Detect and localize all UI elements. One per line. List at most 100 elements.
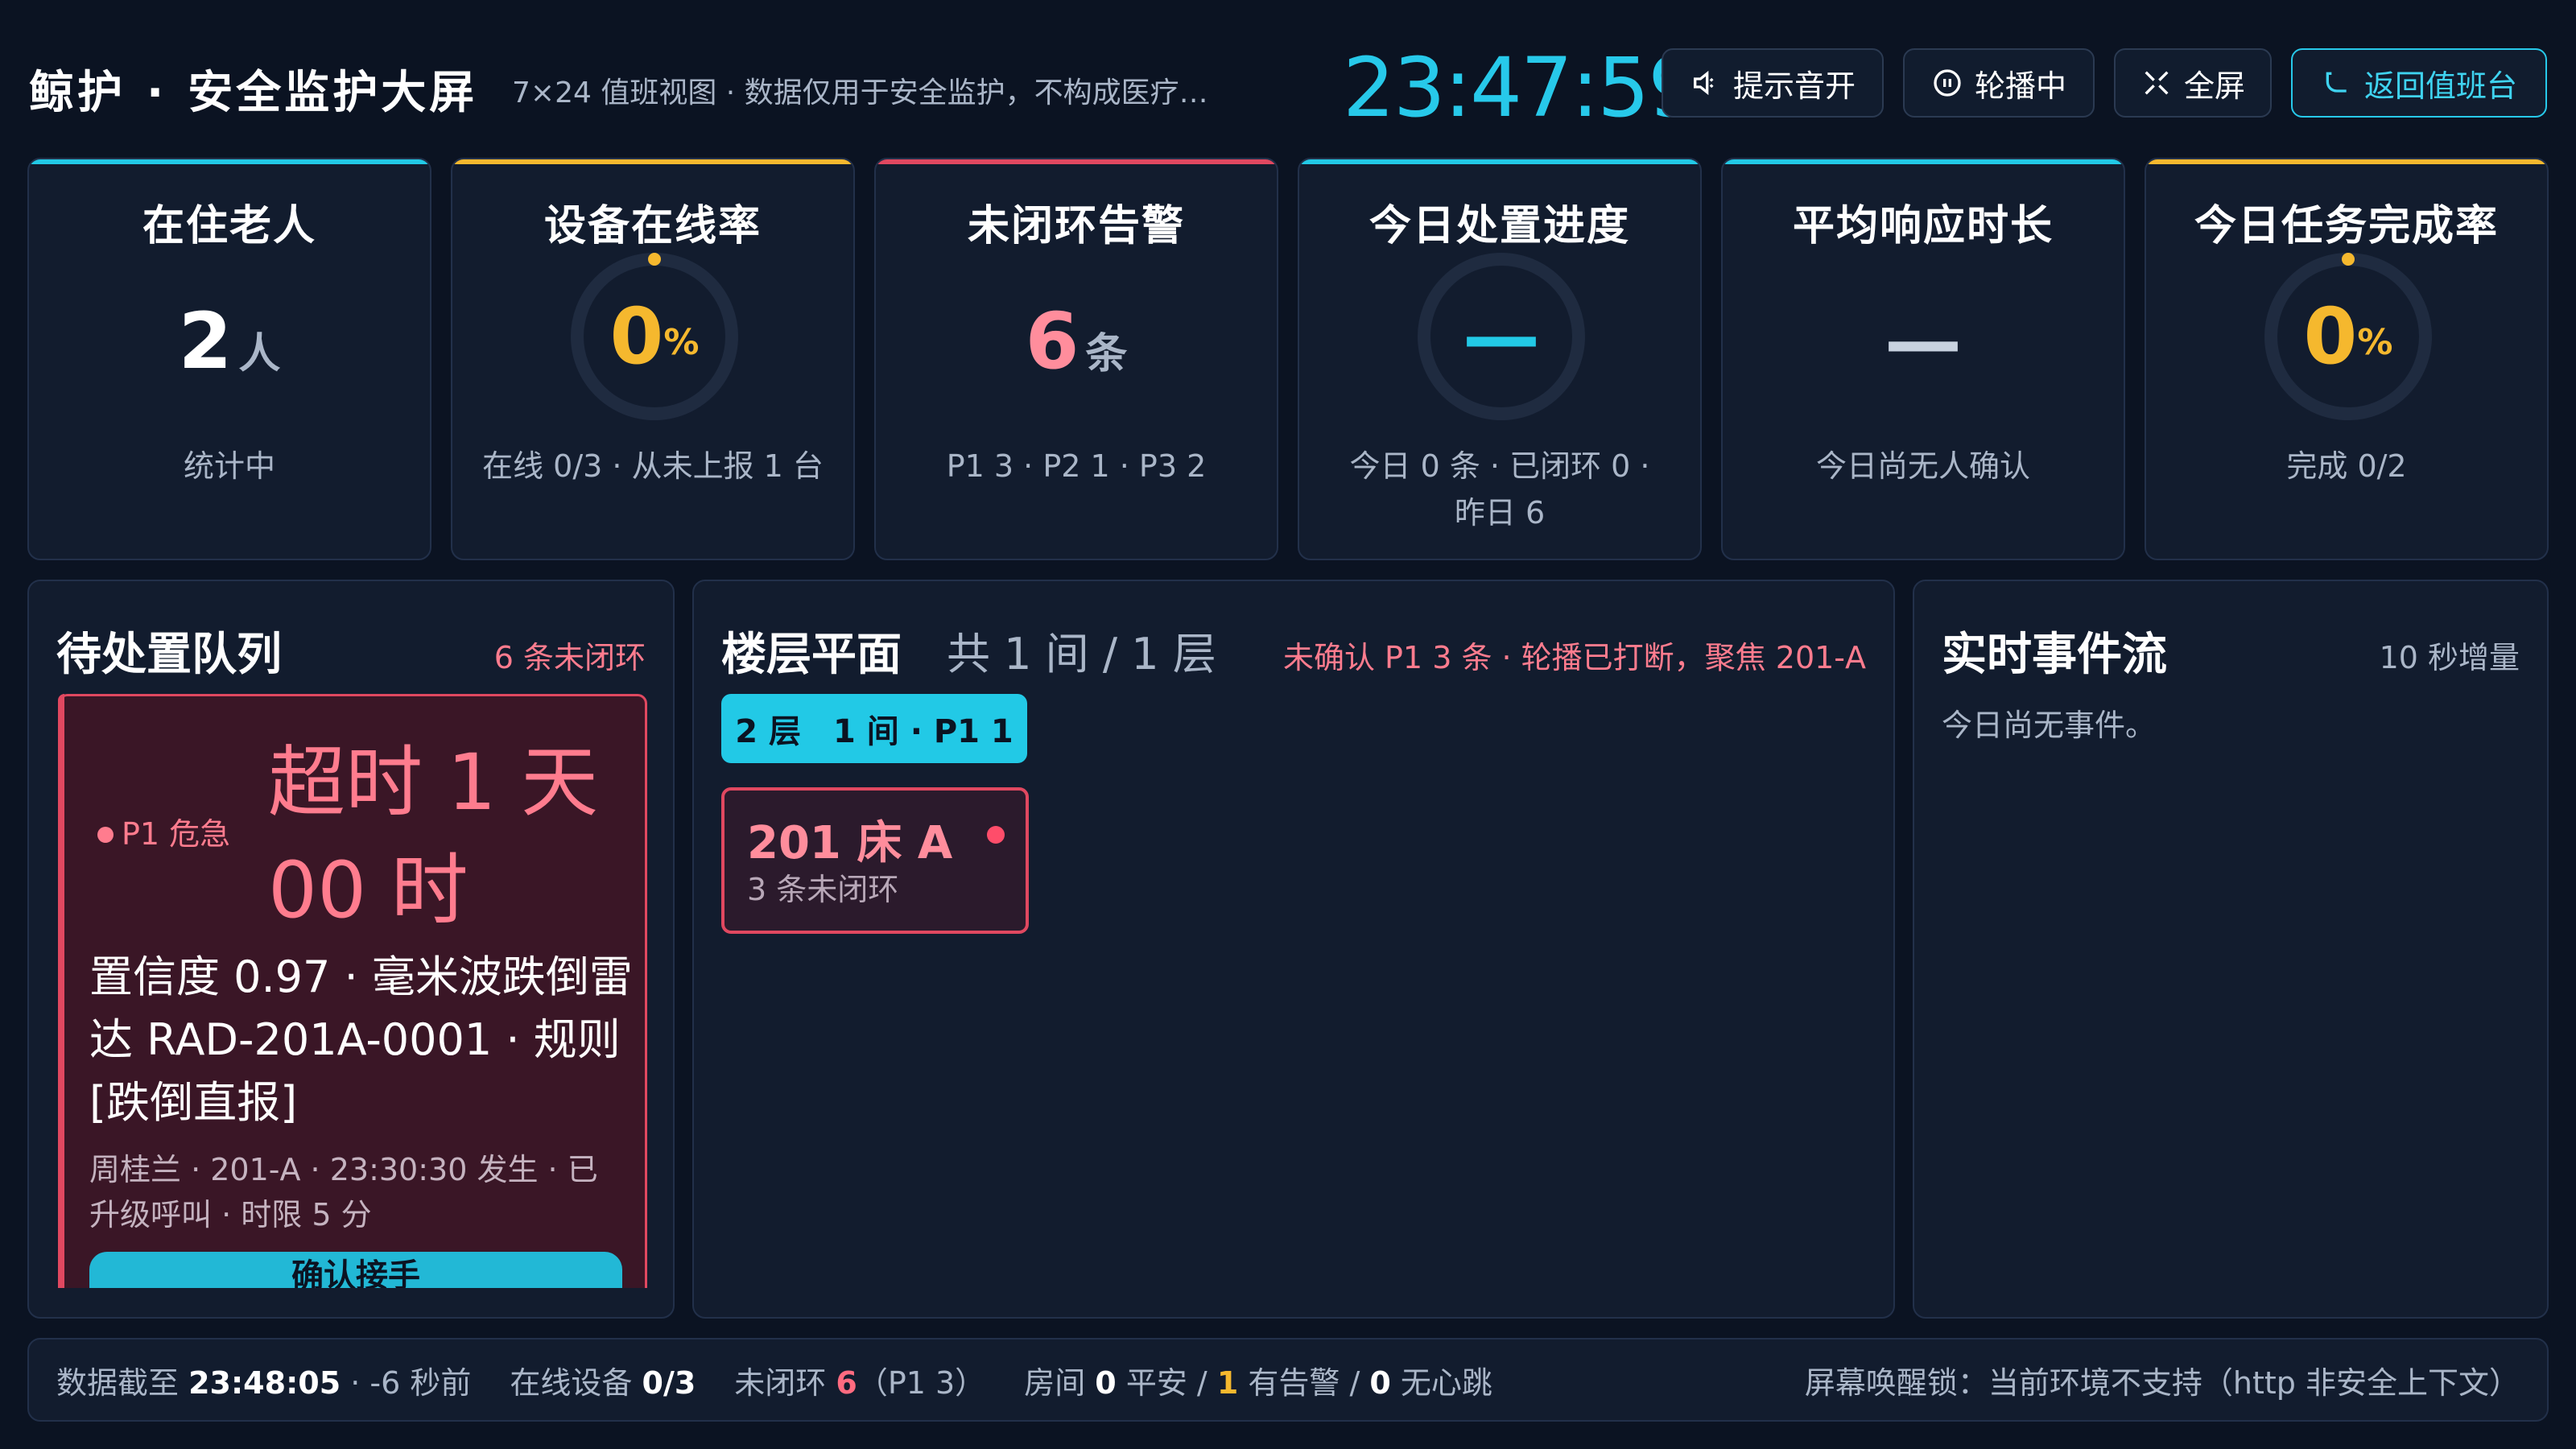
back-to-console-label: 返回值班台 bbox=[2363, 68, 2517, 104]
room-tile-201a[interactable]: 201 床 A 3 条未闭环 bbox=[721, 787, 1029, 934]
fullscreen-button[interactable]: 全屏 bbox=[2114, 48, 2272, 118]
alert-severity-bar bbox=[58, 694, 64, 1288]
event-stream-panel: 实时事件流 10 秒增量 今日尚无事件。 bbox=[1913, 580, 2549, 1319]
floor-notice: 未确认 P1 3 条 · 轮播已打断，聚焦 201-A bbox=[1282, 640, 1866, 675]
kpi-footer: 今日尚无人确认 bbox=[1815, 448, 2030, 484]
kpi-accent-line bbox=[29, 159, 430, 164]
panel-title: 待处置队列 bbox=[56, 629, 282, 681]
live-clock: 23:47:59 bbox=[1343, 40, 1700, 136]
pause-circle-icon bbox=[1934, 69, 1961, 97]
brand-separator: · bbox=[147, 67, 167, 119]
panel-title: 楼层平面 bbox=[721, 629, 902, 681]
kpi-title: 未闭环告警 bbox=[967, 202, 1185, 250]
open-value: 6 bbox=[836, 1364, 857, 1401]
fullscreen-label: 全屏 bbox=[2183, 68, 2245, 104]
speaker-icon bbox=[1693, 70, 1714, 96]
kpi-footer: 统计中 bbox=[183, 448, 275, 484]
kpi-title: 设备在线率 bbox=[543, 202, 762, 250]
room-name: 201 床 A bbox=[747, 817, 953, 869]
queue-scroll-area[interactable]: 待处置队列 6 条未闭环 P1 危急 超时 1 天 00 时 置信度 0.97 … bbox=[29, 581, 673, 1288]
kpi-footer: 今日 0 条 · 已闭环 0 · 昨日 6 bbox=[1323, 443, 1676, 536]
data-time: 23:48:05 bbox=[188, 1364, 341, 1401]
back-to-console-button[interactable]: 返回值班台 bbox=[2291, 48, 2547, 118]
kpi-task-completion-rate: 今日任务完成率 0% 完成 0/2 bbox=[2145, 158, 2549, 560]
expand-icon bbox=[2145, 71, 2169, 95]
alert-detail: 置信度 0.97 · 毫米波跌倒雷达 RAD-201A-0001 · 规则[跌倒… bbox=[89, 952, 633, 1128]
kpi-avg-response-time: 平均响应时长 — 今日尚无人确认 bbox=[1721, 158, 2125, 560]
event-stream-meta: 10 秒增量 bbox=[2379, 640, 2520, 675]
severity-dot-icon bbox=[97, 827, 114, 843]
rooms-safe-count: 0 bbox=[1095, 1364, 1117, 1401]
top-bar: 鲸护 · 安全监护大屏 7×24 值班视图 · 数据仅用于安全监护，不构成医疗… 2… bbox=[0, 0, 2576, 145]
kpi-accent-line bbox=[876, 159, 1277, 164]
kpi-number: — bbox=[1885, 296, 1962, 386]
overdue-duration: 超时 1 天 00 时 bbox=[268, 729, 638, 944]
sound-toggle-label: 提示音开 bbox=[1732, 68, 1856, 104]
rooms-alert-count: 1 bbox=[1216, 1364, 1239, 1401]
kpi-unit: % bbox=[663, 321, 700, 363]
online-label: 在线设备 bbox=[510, 1364, 633, 1401]
kpi-number: 2 bbox=[178, 296, 233, 386]
ring-center: — bbox=[1413, 248, 1590, 425]
kpi-footer: 完成 0/2 bbox=[2286, 448, 2407, 484]
floor-summary: 共 1 间 / 1 层 bbox=[947, 629, 1216, 679]
sound-toggle-button[interactable]: 提示音开 bbox=[1662, 48, 1884, 118]
kpi-accent-line bbox=[1723, 159, 2124, 164]
kpi-footer: 在线 0/3 · 从未上报 1 台 bbox=[482, 448, 824, 484]
kpi-title: 在住老人 bbox=[142, 202, 316, 250]
kpi-unit: 条 bbox=[1085, 330, 1128, 378]
ring-center: 0% bbox=[566, 248, 743, 425]
kpi-daily-handling-progress: 今日处置进度 — 今日 0 条 · 已闭环 0 · 昨日 6 bbox=[1298, 158, 1702, 560]
open-alarms-summary: 未闭环 6（P1 3） bbox=[734, 1358, 985, 1402]
kpi-device-online-rate: 设备在线率 0% 在线 0/3 · 从未上报 1 台 bbox=[451, 158, 855, 560]
room-status: 3 条未闭环 bbox=[747, 872, 899, 907]
screen-title: 安全监护大屏 bbox=[188, 67, 478, 119]
floor-tab-2f[interactable]: 2 层 1 间 · P1 1 bbox=[721, 694, 1027, 763]
alert-dot-icon bbox=[987, 826, 1005, 844]
panel-title: 实时事件流 bbox=[1942, 629, 2167, 681]
rooms-alert-label: 有告警 / bbox=[1248, 1364, 1360, 1401]
online-value: 0/3 bbox=[642, 1364, 696, 1401]
kpi-title: 今日任务完成率 bbox=[2194, 202, 2499, 250]
kpi-number: 0 bbox=[2303, 291, 2358, 382]
status-bar: 数据截至 23:48:05 · -6 秒前 在线设备 0/3 未闭环 6（P1 … bbox=[27, 1338, 2549, 1422]
floor-plan-panel: 楼层平面 共 1 间 / 1 层 未确认 P1 3 条 · 轮播已打断，聚焦 2… bbox=[692, 580, 1895, 1319]
kpi-unit: 人 bbox=[238, 330, 281, 378]
open-detail: （P1 3） bbox=[857, 1364, 986, 1401]
kpi-number: — bbox=[1463, 291, 1540, 382]
severity-label: P1 危急 bbox=[122, 816, 231, 852]
kpi-value: 2人 bbox=[29, 296, 430, 386]
kpi-number: 0 bbox=[609, 291, 664, 382]
online-devices: 在线设备 0/3 bbox=[510, 1358, 696, 1402]
kpi-unit: % bbox=[2357, 321, 2393, 363]
rooms-safe-label: 平安 / bbox=[1125, 1364, 1208, 1401]
alert-card[interactable]: P1 危急 超时 1 天 00 时 置信度 0.97 · 毫米波跌倒雷达 RAD… bbox=[58, 694, 647, 1288]
header-subtitle: 7×24 值班视图 · 数据仅用于安全监护，不构成医疗… bbox=[512, 76, 1208, 109]
kpi-footer-line: 昨日 6 bbox=[1454, 495, 1546, 530]
open-label: 未闭环 bbox=[734, 1364, 827, 1401]
queue-count: 6 条未闭环 bbox=[493, 640, 646, 675]
data-age: · -6 秒前 bbox=[350, 1364, 472, 1401]
alert-meta: 周桂兰 · 201-A · 23:30:30 发生 · 已升级呼叫 · 时限 5… bbox=[89, 1152, 598, 1232]
kpi-accent-line bbox=[1299, 159, 1700, 164]
floor-tab-level: 2 层 bbox=[735, 713, 802, 750]
acknowledge-button[interactable]: 确认接手 bbox=[89, 1252, 622, 1288]
carousel-toggle-label: 轮播中 bbox=[1974, 68, 2066, 104]
data-prefix: 数据截至 bbox=[56, 1364, 180, 1401]
brand-title: 鲸护 · 安全监护大屏 bbox=[29, 56, 477, 122]
kpi-title: 今日处置进度 bbox=[1368, 202, 1630, 250]
ring-center: 0% bbox=[2260, 248, 2437, 425]
pending-queue-panel: 待处置队列 6 条未闭环 P1 危急 超时 1 天 00 时 置信度 0.97 … bbox=[27, 580, 675, 1319]
carousel-toggle-button[interactable]: 轮播中 bbox=[1903, 48, 2095, 118]
kpi-title: 平均响应时长 bbox=[1792, 202, 2054, 250]
severity-badge: P1 危急 bbox=[97, 809, 230, 853]
kpi-accent-line bbox=[2146, 159, 2547, 164]
return-icon bbox=[2326, 72, 2347, 93]
kpi-footer: P1 3 · P2 1 · P3 2 bbox=[946, 448, 1207, 484]
data-freshness: 数据截至 23:48:05 · -6 秒前 bbox=[56, 1358, 471, 1402]
kpi-footer-line: 今日 0 条 · 已闭环 0 · bbox=[1349, 448, 1650, 484]
floor-tab-info: 1 间 · P1 1 bbox=[833, 713, 1013, 750]
room-status-summary: 房间 0 平安 / 1 有告警 / 0 无心跳 bbox=[1024, 1358, 1492, 1402]
brand-name: 鲸护 bbox=[29, 67, 126, 119]
overdue-line: 超时 1 天 bbox=[268, 737, 599, 828]
